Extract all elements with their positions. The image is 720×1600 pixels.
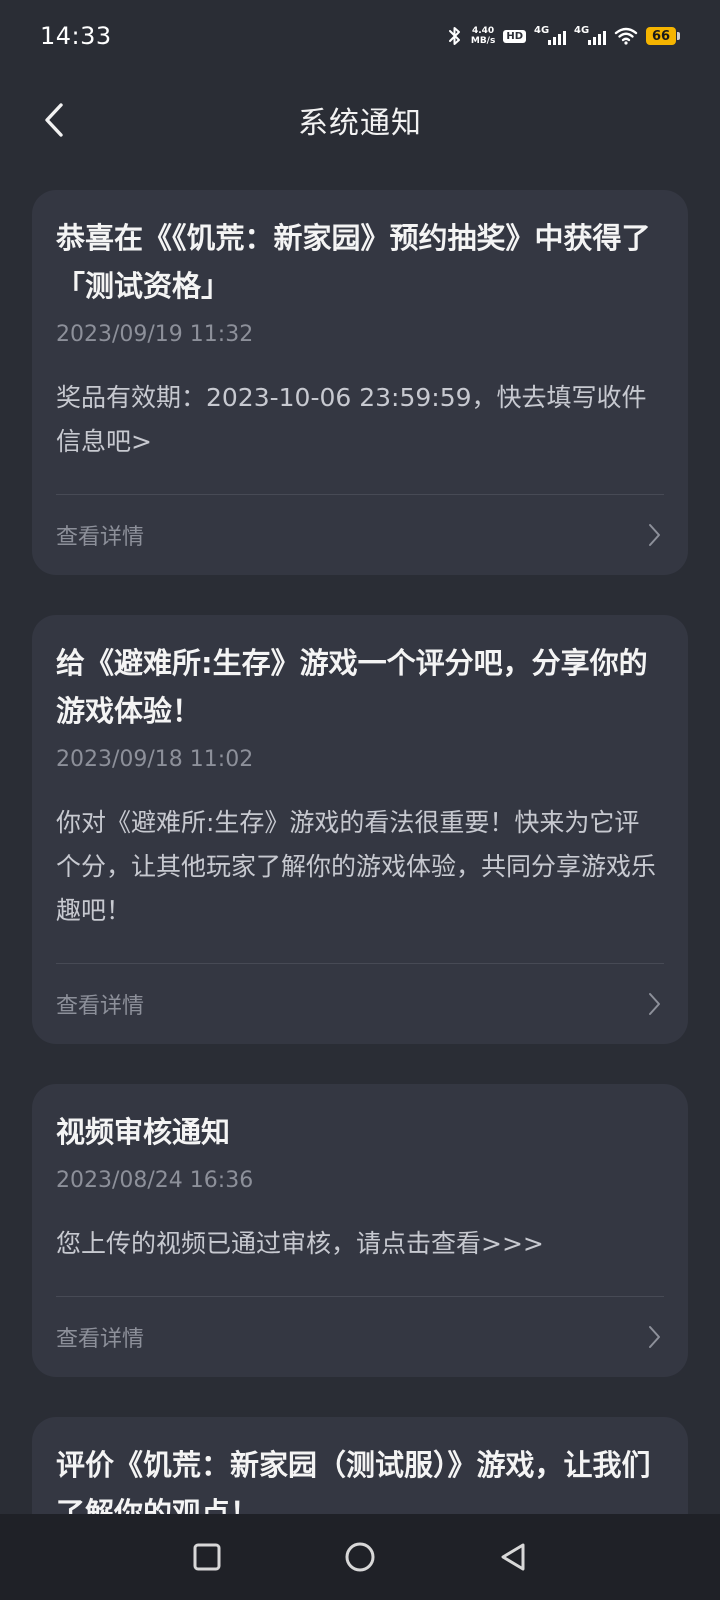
back-button[interactable]	[24, 90, 84, 150]
net-speed-value: 4.40	[471, 26, 495, 36]
status-bar: 14:33 4.40 MB/s HD 4G 4G 66	[0, 0, 720, 72]
triangle-back-icon	[501, 1543, 525, 1571]
notification-time: 2023/09/19 11:32	[56, 322, 254, 347]
battery-level: 66	[646, 27, 676, 45]
system-nav-bar	[0, 1514, 720, 1600]
view-details-button[interactable]: 查看详情	[56, 964, 664, 1044]
signal-label: 4G	[574, 25, 590, 36]
recent-apps-button[interactable]	[177, 1527, 237, 1587]
home-button[interactable]	[330, 1527, 390, 1587]
signal-icon: 4G	[534, 25, 566, 45]
status-icons: 4.40 MB/s HD 4G 4G 66	[447, 25, 680, 47]
notification-time: 2023/08/24 16:36	[56, 1168, 254, 1193]
notification-card[interactable]: 视频审核通知 2023/08/24 16:36 您上传的视频已通过审核，请点击查…	[32, 1084, 688, 1377]
notification-body: 你对《避难所:生存》游戏的看法很重要！快来为它评个分，让其他玩家了解你的游戏体验…	[56, 808, 657, 925]
chevron-right-icon	[649, 993, 660, 1015]
notification-list: 恭喜在《《饥荒：新家园》预约抽奖》中获得了「测试资格」 2023/09/19 1…	[32, 190, 688, 1600]
page-title: 系统通知	[298, 106, 422, 141]
top-nav: 系统通知	[0, 72, 720, 168]
signal-icon: 4G	[574, 25, 606, 45]
notification-card[interactable]: 恭喜在《《饥荒：新家园》预约抽奖》中获得了「测试资格」 2023/09/19 1…	[32, 190, 688, 575]
circle-icon	[345, 1542, 375, 1572]
status-time: 14:33	[40, 22, 112, 50]
battery-icon: 66	[646, 27, 680, 45]
chevron-right-icon	[649, 1326, 660, 1348]
notification-body: 您上传的视频已通过审核，请点击查看>>>	[56, 1229, 544, 1258]
hd-icon: HD	[503, 29, 526, 43]
signal-label: 4G	[534, 25, 550, 36]
net-speed: 4.40 MB/s	[471, 26, 495, 46]
notification-title: 视频审核通知	[56, 1115, 231, 1149]
square-icon	[193, 1543, 221, 1571]
chevron-left-icon	[45, 103, 63, 137]
notification-title: 给《避难所:生存》游戏一个评分吧，分享你的游戏体验！	[56, 646, 648, 728]
notification-time: 2023/09/18 11:02	[56, 747, 254, 772]
notification-body: 奖品有效期：2023-10-06 23:59:59，快去填写收件信息吧>	[56, 383, 647, 456]
view-details-button[interactable]: 查看详情	[56, 495, 664, 575]
view-details-label: 查看详情	[56, 994, 145, 1019]
chevron-right-icon	[649, 524, 660, 546]
view-details-label: 查看详情	[56, 1327, 145, 1352]
screen: 14:33 4.40 MB/s HD 4G 4G 66 系统通知 恭喜在《《饥荒…	[0, 0, 720, 1600]
bluetooth-icon	[447, 25, 463, 47]
system-back-button[interactable]	[483, 1527, 543, 1587]
view-details-button[interactable]: 查看详情	[56, 1297, 664, 1377]
net-speed-unit: MB/s	[470, 36, 496, 46]
wifi-icon	[614, 27, 638, 45]
notification-title: 恭喜在《《饥荒：新家园》预约抽奖》中获得了「测试资格」	[56, 221, 651, 303]
view-details-label: 查看详情	[56, 525, 145, 550]
notification-card[interactable]: 给《避难所:生存》游戏一个评分吧，分享你的游戏体验！ 2023/09/18 11…	[32, 615, 688, 1044]
